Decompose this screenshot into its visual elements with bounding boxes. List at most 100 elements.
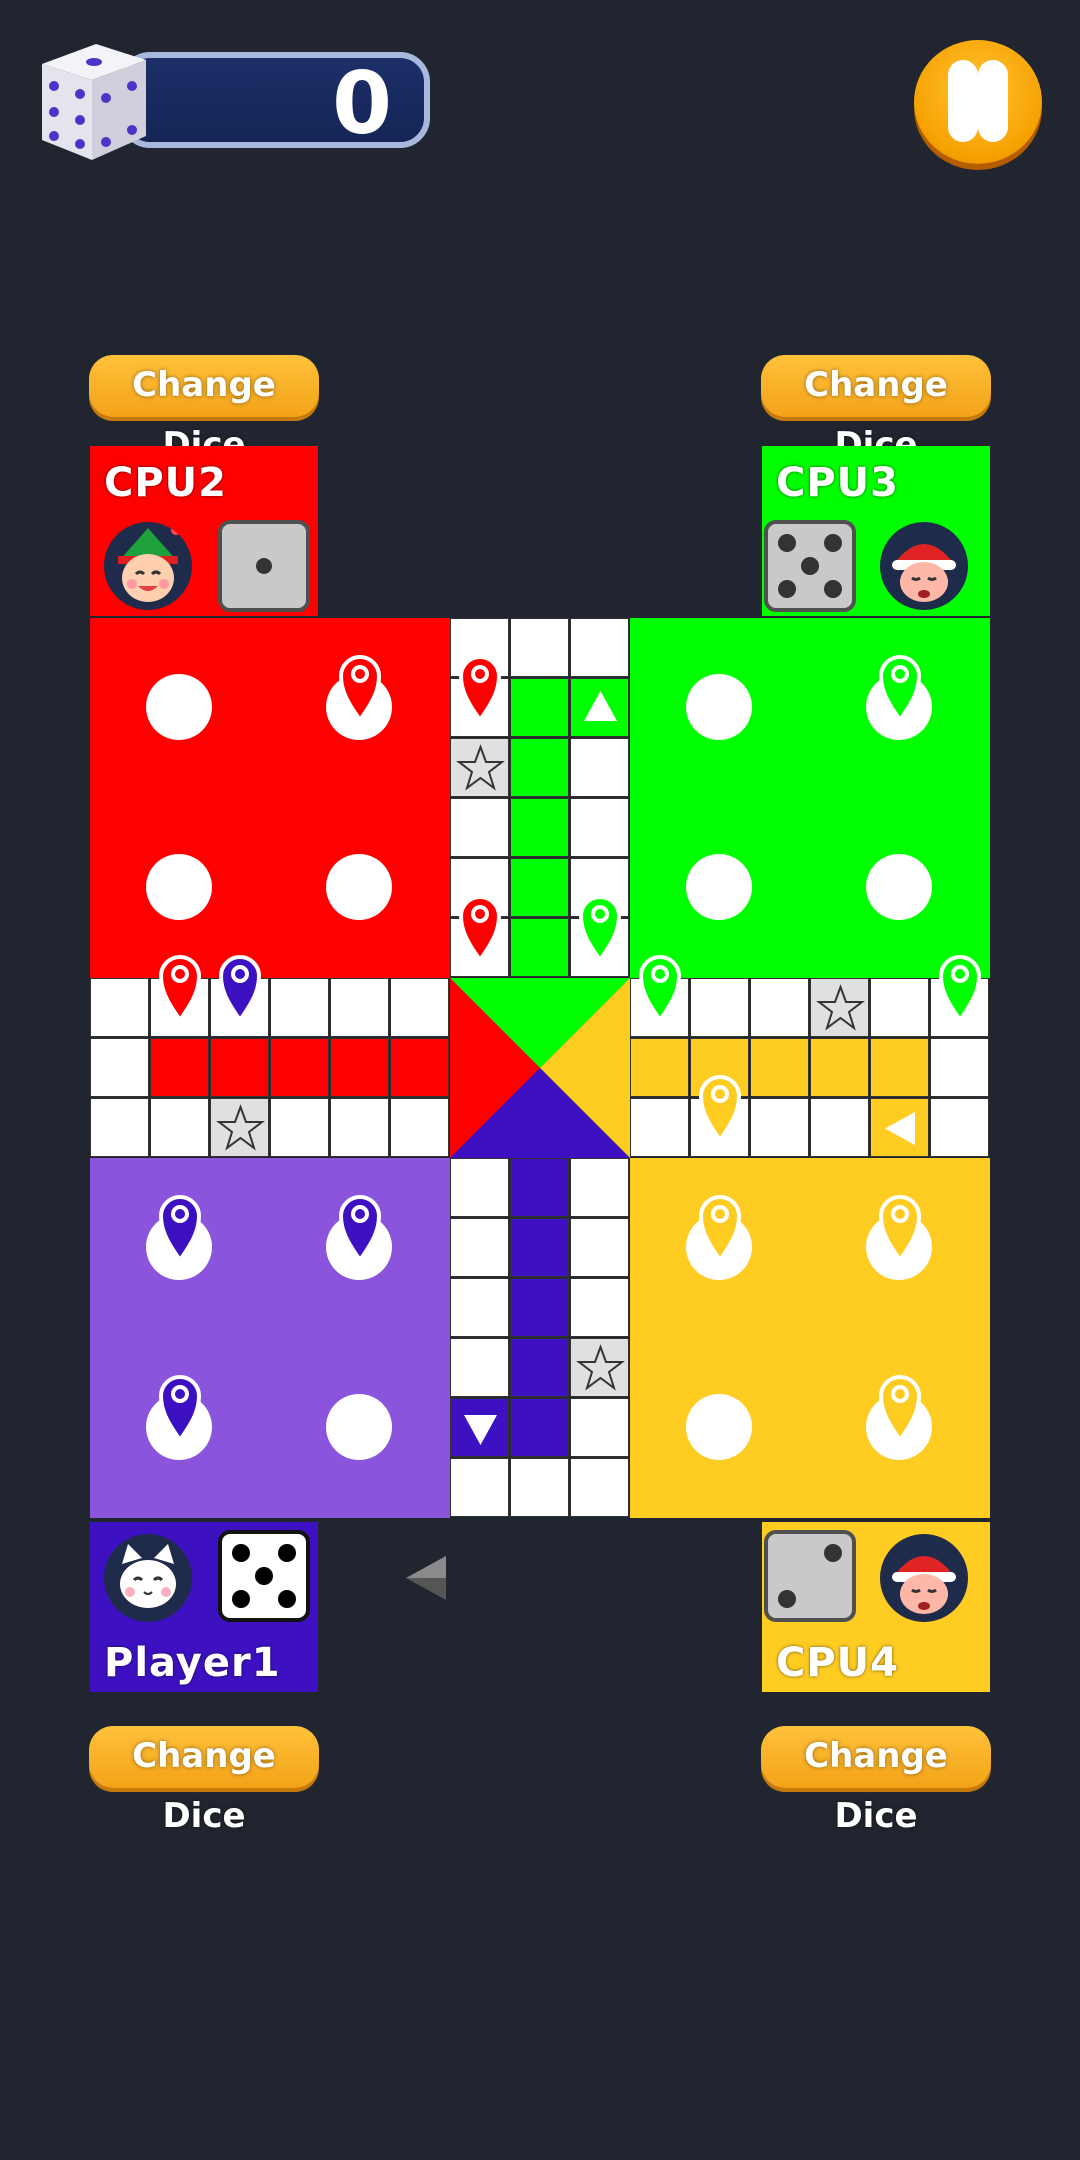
track-cell[interactable] — [570, 1218, 629, 1277]
track-cell[interactable] — [330, 978, 389, 1037]
home-spot[interactable] — [686, 1394, 752, 1460]
track-cell[interactable] — [930, 1038, 989, 1097]
star-cell[interactable] — [810, 978, 869, 1037]
track-cell[interactable] — [570, 1398, 629, 1457]
track-cell[interactable] — [930, 1098, 989, 1157]
home-lane-cell[interactable] — [330, 1038, 389, 1097]
track-cell[interactable] — [750, 1098, 809, 1157]
track-cell[interactable] — [510, 618, 569, 677]
track-cell[interactable] — [450, 1218, 509, 1277]
home-spot[interactable] — [326, 1394, 392, 1460]
track-cell[interactable] — [570, 1278, 629, 1337]
change-dice-button-cpu3[interactable]: Change Dice — [761, 355, 991, 465]
pawn-marker-icon[interactable] — [935, 946, 985, 1026]
track-cell[interactable] — [510, 1458, 569, 1517]
home-lane-cell[interactable] — [390, 1038, 449, 1097]
home-spot[interactable] — [146, 854, 212, 920]
change-dice-button-cpu4[interactable]: Change Dice — [761, 1726, 991, 1836]
pawn-marker-icon[interactable] — [455, 886, 505, 966]
home-spot[interactable] — [866, 854, 932, 920]
santa-avatar — [880, 1534, 968, 1622]
home-lane-cell[interactable] — [510, 1338, 569, 1397]
start-cell[interactable] — [570, 678, 629, 737]
home-lane-cell[interactable] — [510, 1158, 569, 1217]
pawn-marker-icon[interactable] — [575, 886, 625, 966]
home-spot[interactable] — [686, 854, 752, 920]
track-cell[interactable] — [570, 618, 629, 677]
track-cell[interactable] — [90, 978, 149, 1037]
home-spot[interactable] — [146, 674, 212, 740]
home-lane-cell[interactable] — [150, 1038, 209, 1097]
track-cell[interactable] — [390, 978, 449, 1037]
pawn-marker-icon[interactable] — [695, 1066, 745, 1146]
track-cell[interactable] — [570, 798, 629, 857]
track-cell[interactable] — [450, 1458, 509, 1517]
home-spot[interactable] — [686, 674, 752, 740]
track-cell[interactable] — [570, 1458, 629, 1517]
track-cell[interactable] — [570, 1158, 629, 1217]
pawn-marker-icon[interactable] — [635, 946, 685, 1026]
track-cell[interactable] — [90, 1038, 149, 1097]
home-lane-cell[interactable] — [510, 918, 569, 977]
home-lane-cell[interactable] — [810, 1038, 869, 1097]
change-dice-button-cpu2[interactable]: Change Dice — [89, 355, 319, 465]
start-cell[interactable] — [450, 1398, 509, 1457]
home-lane-cell[interactable] — [510, 1218, 569, 1277]
track-cell[interactable] — [450, 1278, 509, 1337]
track-cell[interactable] — [690, 978, 749, 1037]
pause-icon — [978, 60, 1008, 142]
pawn-marker-icon[interactable] — [875, 1366, 925, 1446]
track-cell[interactable] — [450, 798, 509, 857]
home-lane-cell[interactable] — [510, 1278, 569, 1337]
home-spot[interactable] — [326, 854, 392, 920]
track-cell[interactable] — [90, 1098, 149, 1157]
track-cell[interactable] — [750, 978, 809, 1037]
star-cell[interactable] — [570, 1338, 629, 1397]
pawn-marker-icon[interactable] — [335, 646, 385, 726]
star-icon — [456, 744, 505, 791]
home-lane-cell[interactable] — [510, 738, 569, 797]
home-lane-cell[interactable] — [750, 1038, 809, 1097]
pause-button[interactable] — [914, 40, 1042, 164]
pawn-marker-icon[interactable] — [215, 946, 265, 1026]
track-cell[interactable] — [270, 1098, 329, 1157]
track-cell[interactable] — [390, 1098, 449, 1157]
pawn-marker-icon[interactable] — [155, 1186, 205, 1266]
change-dice-button-player1[interactable]: Change Dice — [89, 1726, 319, 1836]
cat-avatar — [104, 1534, 192, 1622]
track-cell[interactable] — [870, 978, 929, 1037]
triangle-left-icon[interactable] — [402, 1552, 452, 1604]
home-lane-cell[interactable] — [870, 1038, 929, 1097]
track-cell[interactable] — [630, 1098, 689, 1157]
home-lane-cell[interactable] — [630, 1038, 689, 1097]
home-lane-cell[interactable] — [510, 1398, 569, 1457]
player-dice[interactable] — [218, 1530, 310, 1622]
arrow-icon — [584, 691, 617, 721]
star-cell[interactable] — [210, 1098, 269, 1157]
home-lane-cell[interactable] — [510, 678, 569, 737]
pawn-marker-icon[interactable] — [695, 1186, 745, 1266]
home-lane-cell[interactable] — [270, 1038, 329, 1097]
home-lane-cell[interactable] — [510, 798, 569, 857]
pawn-marker-icon[interactable] — [155, 1366, 205, 1446]
ludo-board — [90, 618, 990, 1518]
home-lane-cell[interactable] — [210, 1038, 269, 1097]
player-dice[interactable] — [764, 520, 856, 612]
track-cell[interactable] — [330, 1098, 389, 1157]
track-cell[interactable] — [450, 1338, 509, 1397]
player-dice[interactable] — [764, 1530, 856, 1622]
pawn-marker-icon[interactable] — [455, 646, 505, 726]
star-cell[interactable] — [450, 738, 509, 797]
home-lane-cell[interactable] — [510, 858, 569, 917]
track-cell[interactable] — [570, 738, 629, 797]
track-cell[interactable] — [810, 1098, 869, 1157]
pawn-marker-icon[interactable] — [155, 946, 205, 1026]
pawn-marker-icon[interactable] — [335, 1186, 385, 1266]
track-cell[interactable] — [150, 1098, 209, 1157]
pawn-marker-icon[interactable] — [875, 646, 925, 726]
start-cell[interactable] — [870, 1098, 929, 1157]
player-dice[interactable] — [218, 520, 310, 612]
track-cell[interactable] — [450, 1158, 509, 1217]
track-cell[interactable] — [270, 978, 329, 1037]
pawn-marker-icon[interactable] — [875, 1186, 925, 1266]
